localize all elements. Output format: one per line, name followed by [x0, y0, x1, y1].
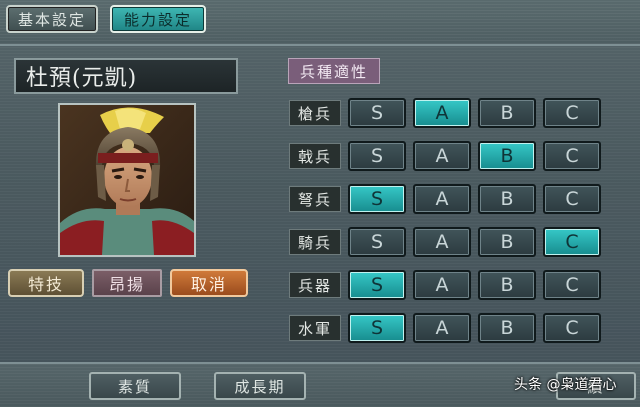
- skill-button[interactable]: 特技: [8, 269, 84, 297]
- quality-button[interactable]: 素質: [89, 372, 181, 400]
- grade-button-s[interactable]: S: [348, 98, 406, 128]
- grade-button-a[interactable]: A: [413, 270, 471, 300]
- grade-button-c[interactable]: C: [543, 184, 601, 214]
- grade-button-s[interactable]: S: [348, 184, 406, 214]
- cancel-button[interactable]: 取消: [170, 269, 248, 297]
- watermark-text: 头条 @枭道君心: [514, 377, 617, 393]
- grade-button-b[interactable]: B: [478, 270, 536, 300]
- grade-button-c[interactable]: C: [543, 270, 601, 300]
- grade-button-b[interactable]: B: [478, 141, 536, 171]
- grade-button-c[interactable]: C: [543, 141, 601, 171]
- grade-button-a[interactable]: A: [413, 227, 471, 257]
- growth-period-button[interactable]: 成長期: [214, 372, 306, 400]
- officer-portrait: [58, 103, 196, 257]
- grade-button-b[interactable]: B: [478, 227, 536, 257]
- aptitude-row-label: 戟兵: [289, 143, 341, 169]
- grade-button-c[interactable]: C: [543, 313, 601, 343]
- grade-button-b[interactable]: B: [478, 98, 536, 128]
- skill-value-display[interactable]: 昂揚: [92, 269, 162, 297]
- grade-button-b[interactable]: B: [478, 184, 536, 214]
- grade-button-c[interactable]: C: [543, 98, 601, 128]
- grade-button-a[interactable]: A: [413, 98, 471, 128]
- grade-button-a[interactable]: A: [413, 313, 471, 343]
- grade-button-a[interactable]: A: [413, 184, 471, 214]
- grade-button-s[interactable]: S: [348, 270, 406, 300]
- grade-button-s[interactable]: S: [348, 141, 406, 171]
- grade-button-a[interactable]: A: [413, 141, 471, 171]
- aptitude-row-label: 騎兵: [289, 229, 341, 255]
- grade-button-s[interactable]: S: [348, 313, 406, 343]
- officer-name: 杜預(元凱): [14, 58, 238, 94]
- aptitude-row-label: 弩兵: [289, 186, 341, 212]
- grade-button-s[interactable]: S: [348, 227, 406, 257]
- aptitude-row-label: 水軍: [289, 315, 341, 341]
- tab-basic-settings[interactable]: 基本設定: [6, 5, 98, 33]
- grade-button-c[interactable]: C: [543, 227, 601, 257]
- aptitude-row-label: 槍兵: [289, 100, 341, 126]
- grade-button-b[interactable]: B: [478, 313, 536, 343]
- tab-ability-settings[interactable]: 能力設定: [110, 5, 206, 33]
- aptitude-title: 兵種適性: [288, 58, 380, 84]
- aptitude-row-label: 兵器: [289, 272, 341, 298]
